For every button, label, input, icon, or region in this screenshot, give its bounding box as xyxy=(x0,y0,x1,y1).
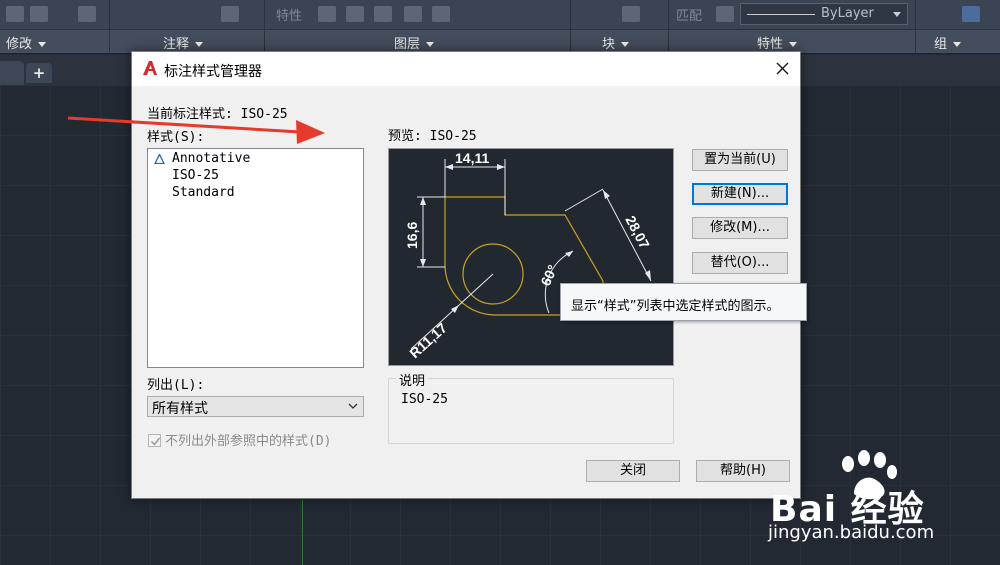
styles-label: 样式(S): xyxy=(147,130,205,145)
match-property-text[interactable]: 匹配 xyxy=(676,5,702,24)
layer-off-icon[interactable] xyxy=(374,6,392,22)
set-current-button[interactable]: 置为当前(U) xyxy=(692,149,788,171)
table-tool-icon[interactable] xyxy=(221,6,239,22)
panel-layers[interactable]: 图层 xyxy=(394,33,434,52)
stretch-tool-icon[interactable] xyxy=(78,6,96,22)
panel-divider xyxy=(109,0,110,54)
watermark-url: jingyan.baidu.com xyxy=(768,522,935,543)
styles-listbox[interactable]: Annotative ISO-25 Standard xyxy=(147,148,364,368)
style-item-standard[interactable]: Standard xyxy=(172,185,235,200)
group-tool-icon[interactable] xyxy=(962,6,980,22)
override-style-button[interactable]: 替代(O)... xyxy=(692,252,788,274)
angle-dim-label: 60° xyxy=(537,262,560,288)
style-item-annotative[interactable]: Annotative xyxy=(172,151,250,166)
exclude-xref-checkbox-row: 不列出外部参照中的样式(D) xyxy=(148,430,331,449)
drawing-tab[interactable] xyxy=(0,61,24,85)
panel-modify[interactable]: 修改 xyxy=(6,33,46,52)
array-tool-icon[interactable] xyxy=(30,6,48,22)
chevron-down-icon xyxy=(893,12,901,17)
exclude-xref-checkbox[interactable] xyxy=(148,434,161,447)
current-style-label: 当前标注样式: ISO-25 xyxy=(147,107,288,122)
panel-annotation[interactable]: 注释 xyxy=(163,33,203,52)
preview-tooltip: 显示“样式”列表中选定样式的图示。 xyxy=(560,283,807,321)
lineweight-icon[interactable] xyxy=(716,6,734,22)
close-icon[interactable] xyxy=(768,56,796,82)
list-filter-value: 所有样式 xyxy=(152,401,208,417)
dialog-titlebar[interactable]: 标注样式管理器 xyxy=(132,52,800,86)
height-dim-label: 16,6 xyxy=(404,222,420,249)
preview-label: 预览: ISO-25 xyxy=(388,129,477,144)
list-filter-select[interactable]: 所有样式 xyxy=(147,396,364,417)
style-item-iso25[interactable]: ISO-25 xyxy=(172,168,219,183)
new-tab-plus-icon[interactable]: + xyxy=(26,63,52,83)
description-value: ISO-25 xyxy=(401,392,448,407)
annotative-icon xyxy=(154,154,165,164)
layer-iso-icon[interactable] xyxy=(346,6,364,22)
style-preview: 14,11 16,6 28,07 60° R11,17 xyxy=(388,148,674,366)
y-axis-line xyxy=(302,500,303,565)
paint-icon[interactable] xyxy=(622,6,640,22)
linetype-value: ByLayer xyxy=(821,6,874,21)
exclude-xref-label: 不列出外部参照中的样式(D) xyxy=(165,434,332,449)
layer-tool-icon[interactable] xyxy=(318,6,336,22)
panel-divider xyxy=(264,0,265,54)
dialog-title: 标注样式管理器 xyxy=(164,64,262,80)
linetype-select[interactable]: ByLayer xyxy=(740,3,908,25)
slant-dim-label: 28,07 xyxy=(622,213,653,252)
panel-block[interactable]: 块 xyxy=(602,33,629,52)
radius-dim-label: R11,17 xyxy=(406,320,450,362)
dim-style-manager-dialog: 标注样式管理器 当前标注样式: ISO-25 样式(S): Annotative… xyxy=(131,51,801,499)
list-filter-label: 列出(L): xyxy=(147,378,205,393)
preview-drawing: 14,11 16,6 28,07 60° R11,17 xyxy=(404,150,653,362)
panel-properties[interactable]: 特性 xyxy=(757,33,797,52)
description-label: 说明 xyxy=(396,370,429,389)
new-style-button[interactable]: 新建(N)... xyxy=(692,183,788,205)
description-group xyxy=(388,378,674,444)
panel-divider xyxy=(915,0,916,54)
width-dim-label: 14,11 xyxy=(455,150,489,166)
layer-property-text[interactable]: 特性 xyxy=(276,5,302,24)
panel-divider xyxy=(668,0,669,54)
modify-style-button[interactable]: 修改(M)... xyxy=(692,217,788,239)
panel-divider xyxy=(570,0,571,54)
close-button[interactable]: 关闭 xyxy=(586,460,680,482)
autocad-logo-icon xyxy=(143,61,157,75)
baidu-watermark: Bai 经验 jingyan.baidu.com xyxy=(750,450,960,550)
layer-lock-icon[interactable] xyxy=(432,6,450,22)
panel-group[interactable]: 组 xyxy=(934,33,961,52)
ribbon-toolbar: 特性 匹配 ByLayer xyxy=(0,0,1000,30)
chevron-down-icon xyxy=(348,403,358,409)
layer-freeze-icon[interactable] xyxy=(404,6,422,22)
modify-tool-icon[interactable] xyxy=(6,6,24,22)
